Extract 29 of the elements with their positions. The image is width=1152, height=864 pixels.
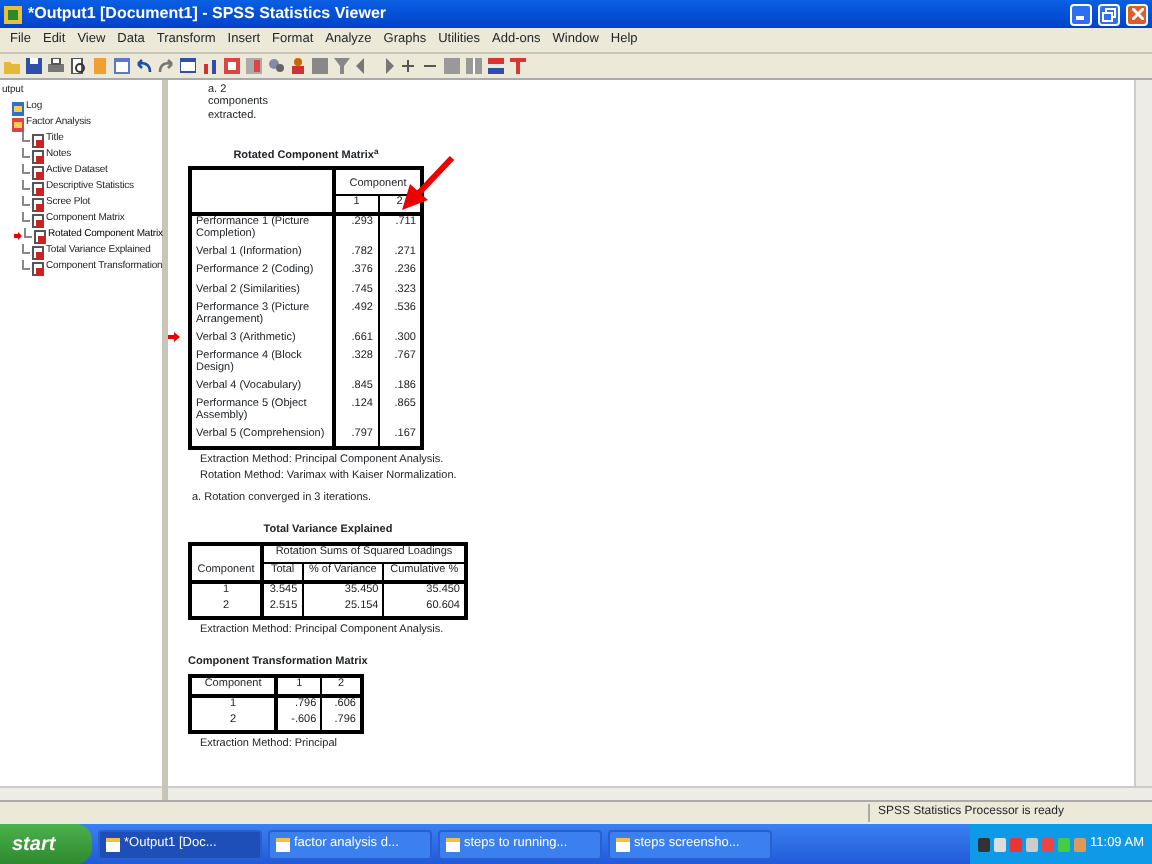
- app-icon: [4, 5, 22, 23]
- save-icon[interactable]: [26, 58, 42, 74]
- plus-icon[interactable]: [400, 58, 416, 74]
- undo-icon[interactable]: [136, 58, 152, 74]
- close-icon: [1131, 8, 1143, 20]
- horizontal-scrollbar[interactable]: [168, 786, 1152, 800]
- window-icon: [276, 837, 290, 851]
- window-title: *Output1 [Document1] - SPSS Statistics Viewer: [28, 2, 389, 26]
- chart-icon[interactable]: [202, 58, 218, 74]
- print-icon[interactable]: [48, 58, 64, 74]
- log-icon: [12, 101, 24, 115]
- window-icon[interactable]: [180, 58, 196, 74]
- user-icon[interactable]: [290, 58, 306, 74]
- minimize-button[interactable]: [1070, 3, 1092, 25]
- book-icon: [12, 117, 24, 131]
- redo-icon[interactable]: [158, 58, 174, 74]
- horizontal-scrollbar[interactable]: [0, 786, 162, 800]
- restore-icon: [1102, 7, 1116, 21]
- filter-icon[interactable]: [334, 58, 350, 74]
- window-icon: [616, 837, 630, 851]
- dialog-icon[interactable]: [114, 58, 130, 74]
- split-icon[interactable]: [466, 58, 482, 74]
- restore-button[interactable]: [1098, 3, 1120, 25]
- vertical-scrollbar[interactable]: [1134, 80, 1152, 786]
- close-button[interactable]: [1126, 3, 1148, 25]
- window-icon: [106, 837, 120, 851]
- print-preview-icon[interactable]: [70, 58, 86, 74]
- window-icon: [446, 837, 460, 851]
- insert-icon[interactable]: [224, 58, 240, 74]
